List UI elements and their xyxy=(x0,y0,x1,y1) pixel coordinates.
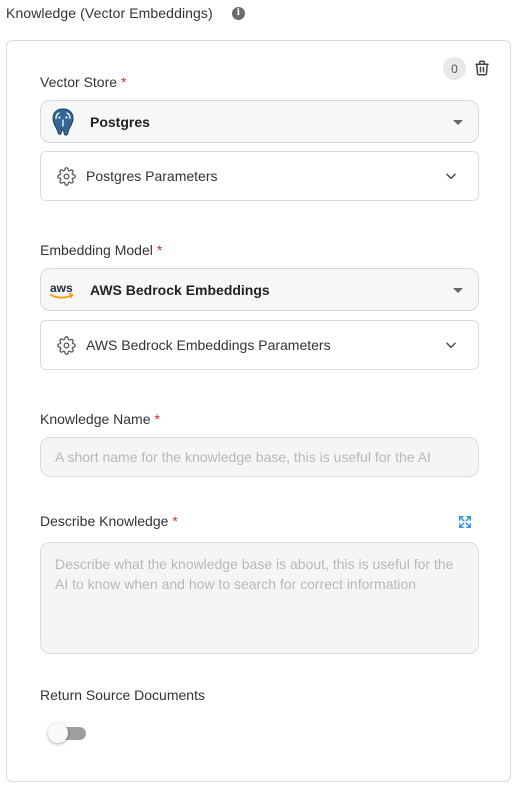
trash-icon[interactable] xyxy=(473,59,491,77)
vector-store-value: Postgres xyxy=(90,113,150,130)
vector-store-label: Vector Store * xyxy=(40,74,127,90)
required-mark: * xyxy=(154,411,160,427)
embedding-model-label: Embedding Model * xyxy=(40,242,162,258)
toggle-thumb xyxy=(48,723,68,743)
section-title: Knowledge (Vector Embeddings) xyxy=(6,5,213,21)
required-mark: * xyxy=(172,513,178,529)
gear-icon xyxy=(57,167,76,186)
dropdown-caret-icon xyxy=(453,120,463,125)
aws-bedrock-parameters-accordion[interactable]: AWS Bedrock Embeddings Parameters xyxy=(40,320,479,370)
knowledge-card: 0 Vector Store * Postgres Postgres Parame… xyxy=(6,40,511,782)
describe-knowledge-textarea[interactable] xyxy=(40,542,479,654)
postgres-parameters-accordion[interactable]: Postgres Parameters xyxy=(40,151,479,201)
postgres-logo-icon xyxy=(52,108,74,136)
aws-logo-icon: aws xyxy=(50,281,74,299)
vector-store-select[interactable]: Postgres xyxy=(40,100,479,143)
return-source-documents-label: Return Source Documents xyxy=(40,687,205,703)
knowledge-name-label: Knowledge Name * xyxy=(40,411,160,427)
count-badge: 0 xyxy=(443,57,466,80)
gear-icon xyxy=(57,336,76,355)
vector-store-label-text: Vector Store xyxy=(40,74,118,90)
embedding-model-label-text: Embedding Model xyxy=(40,242,153,258)
return-source-documents-toggle[interactable] xyxy=(48,723,86,743)
embedding-model-value: AWS Bedrock Embeddings xyxy=(90,281,270,298)
describe-knowledge-label: Describe Knowledge * xyxy=(40,513,178,529)
aws-bedrock-parameters-label: AWS Bedrock Embeddings Parameters xyxy=(86,337,331,353)
info-icon[interactable]: i xyxy=(231,6,245,20)
chevron-down-icon xyxy=(446,342,456,349)
postgres-parameters-label: Postgres Parameters xyxy=(86,168,218,184)
section-header: Knowledge (Vector Embeddings) i xyxy=(6,5,245,21)
knowledge-name-label-text: Knowledge Name xyxy=(40,411,151,427)
required-mark: * xyxy=(121,74,127,90)
describe-knowledge-label-text: Describe Knowledge xyxy=(40,513,169,529)
expand-icon[interactable] xyxy=(458,515,472,529)
knowledge-name-input[interactable] xyxy=(40,437,479,477)
dropdown-caret-icon xyxy=(453,288,463,293)
required-mark: * xyxy=(156,242,163,258)
embedding-model-select[interactable]: aws AWS Bedrock Embeddings xyxy=(40,268,479,311)
chevron-down-icon xyxy=(446,173,456,180)
